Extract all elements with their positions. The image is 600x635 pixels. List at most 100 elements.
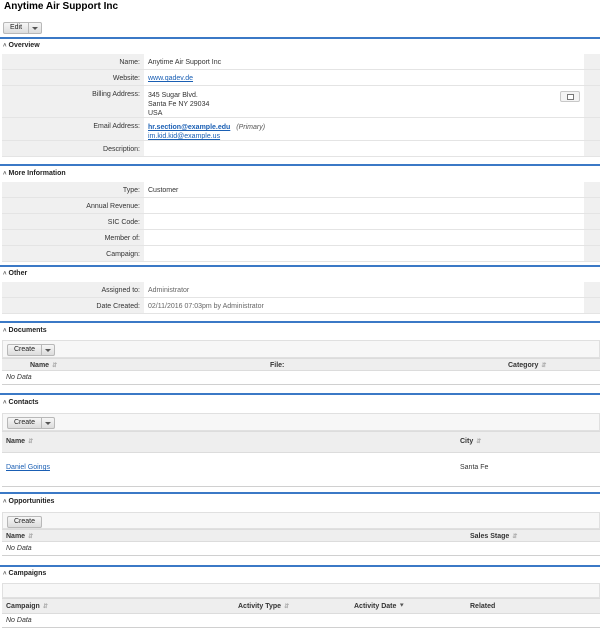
column-header-file[interactable]: File:: [270, 362, 284, 369]
field-label: Date Created:: [2, 298, 144, 313]
collapse-chevron-icon[interactable]: ˄: [3, 271, 7, 277]
collapse-chevron-icon[interactable]: ˄: [3, 400, 7, 406]
column-header-city[interactable]: City ⇵: [460, 438, 481, 445]
sort-icon: ⇵: [42, 604, 48, 610]
documents-no-data: No Data: [2, 371, 600, 385]
overview-panel: Name: Anytime Air Support Inc Website: w…: [2, 54, 600, 157]
column-header-campaign[interactable]: Campaign ⇵: [6, 603, 48, 610]
sort-icon: ⇵: [28, 534, 34, 540]
collapse-chevron-icon[interactable]: ˄: [3, 43, 7, 49]
campaigns-toolbar: [2, 583, 600, 598]
sic-code-value: [144, 214, 584, 229]
documents-toolbar: Create: [2, 340, 600, 358]
other-panel: Assigned to: Administrator Date Created:…: [2, 282, 600, 314]
section-header-documents[interactable]: ˄ Documents: [3, 327, 47, 334]
section-header-more-information[interactable]: ˄ More Information: [3, 170, 66, 177]
campaign-value: [144, 246, 584, 261]
detail-row-description: Description:: [2, 141, 600, 157]
section-header-campaigns[interactable]: ˄ Campaigns: [3, 570, 46, 577]
collapse-chevron-icon[interactable]: ˄: [3, 328, 7, 334]
opportunities-create-button[interactable]: Create: [7, 516, 43, 528]
detail-row-website: Website: www.qadev.de: [2, 70, 600, 86]
section-divider: [0, 565, 600, 567]
email-primary-badge: (Primary): [236, 124, 266, 131]
type-value: Customer: [148, 187, 179, 194]
campaigns-no-data: No Data: [2, 614, 600, 628]
section-header-opportunities[interactable]: ˄ Opportunities: [3, 498, 54, 505]
section-header-overview[interactable]: ˄ Overview: [3, 42, 40, 49]
section-divider: [0, 321, 600, 323]
section-title: Documents: [8, 327, 47, 334]
annual-revenue-value: [144, 198, 584, 213]
section-divider: [0, 492, 600, 494]
contacts-toolbar: Create: [2, 413, 600, 431]
column-header-category[interactable]: Category ⇵: [508, 362, 546, 369]
documents-table-header: Name ⇵ File: Category ⇵: [2, 358, 600, 371]
collapse-chevron-icon[interactable]: ˄: [3, 571, 7, 577]
sort-icon: ⇵: [512, 534, 518, 540]
section-header-contacts[interactable]: ˄ Contacts: [3, 399, 38, 406]
edit-button-label[interactable]: Edit: [4, 23, 30, 33]
more-information-panel: Type: Customer Annual Revenue: SIC Code:…: [2, 182, 600, 262]
section-divider: [0, 37, 600, 39]
field-label: Assigned to:: [2, 282, 144, 297]
field-label: Billing Address:: [2, 86, 144, 117]
field-label: Annual Revenue:: [2, 198, 144, 213]
contact-name-link[interactable]: Daniel Goings: [6, 464, 50, 471]
edit-button[interactable]: Edit: [3, 22, 43, 34]
detail-row-sic-code: SIC Code:: [2, 214, 600, 230]
copy-address-icon[interactable]: [560, 91, 580, 102]
date-created-value: 02/11/2016 07:03pm by Administrator: [148, 303, 264, 310]
opportunities-no-data: No Data: [2, 542, 600, 556]
documents-create-button[interactable]: Create: [7, 344, 56, 356]
detail-row-billing-address: Billing Address: 345 Sugar Blvd. Santa F…: [2, 86, 600, 118]
contact-city: Santa Fe: [460, 464, 489, 471]
section-divider: [0, 164, 600, 166]
campaigns-subpanel: Campaign ⇵ Activity Type ⇵ Activity Date ⯆ …: [2, 583, 600, 628]
documents-subpanel: Create Name ⇵ File: Category ⇵ No Data: [2, 340, 600, 385]
column-header-activity-type[interactable]: Activity Type ⇵: [238, 603, 289, 610]
opportunities-toolbar: Create: [2, 512, 600, 529]
collapse-chevron-icon[interactable]: ˄: [3, 499, 7, 505]
sort-icon: ⇵: [28, 439, 34, 445]
detail-row-campaign: Campaign:: [2, 246, 600, 262]
field-label: Description:: [2, 141, 144, 156]
table-row: Daniel Goings Santa Fe: [2, 453, 600, 487]
contacts-subpanel: Create Name ⇵ City ⇵ Daniel Goings Santa F…: [2, 413, 600, 487]
create-button-label[interactable]: Create: [8, 418, 43, 428]
section-title: More Information: [8, 170, 66, 177]
section-title: Overview: [8, 42, 40, 49]
account-name-value: Anytime Air Support Inc: [148, 59, 222, 66]
email-link-primary[interactable]: hr.section@example.edu: [148, 124, 230, 131]
opportunities-subpanel: Create Name ⇵ Sales Stage ⇵ No Data: [2, 512, 600, 556]
create-button-label[interactable]: Create: [8, 345, 43, 355]
address-country: USA: [148, 110, 163, 117]
collapse-chevron-icon[interactable]: ˄: [3, 171, 7, 177]
field-label: Website:: [2, 70, 144, 85]
detail-row-type: Type: Customer: [2, 182, 600, 198]
website-link[interactable]: www.qadev.de: [148, 75, 193, 82]
contacts-create-button[interactable]: Create: [7, 417, 56, 429]
column-header-activity-date[interactable]: Activity Date ⯆: [354, 603, 404, 610]
column-header-name[interactable]: Name ⇵: [6, 533, 33, 540]
create-dropdown-caret-icon[interactable]: [42, 345, 54, 355]
address-city-state: Santa Fe NY 29034: [148, 101, 210, 108]
column-header-name[interactable]: Name ⇵: [6, 438, 33, 445]
detail-row-member-of: Member of:: [2, 230, 600, 246]
field-label: Email Address:: [2, 118, 144, 140]
create-dropdown-caret-icon[interactable]: [42, 418, 54, 428]
page-title: Anytime Air Support Inc: [4, 1, 119, 12]
opportunities-table-header: Name ⇵ Sales Stage ⇵: [2, 529, 600, 542]
contacts-table-header: Name ⇵ City ⇵: [2, 431, 600, 453]
email-link-secondary[interactable]: im.kid.kid@example.us: [148, 133, 220, 140]
section-title: Contacts: [8, 399, 39, 406]
column-header-name[interactable]: Name ⇵: [30, 362, 57, 369]
column-header-related[interactable]: Related: [470, 603, 495, 610]
field-label: Type:: [2, 182, 144, 197]
detail-row-name: Name: Anytime Air Support Inc: [2, 54, 600, 70]
edit-dropdown-caret-icon[interactable]: [29, 23, 41, 33]
description-value: [144, 141, 584, 156]
section-header-other[interactable]: ˄ Other: [3, 270, 27, 277]
section-divider: [0, 265, 600, 267]
column-header-sales-stage[interactable]: Sales Stage ⇵: [470, 533, 517, 540]
